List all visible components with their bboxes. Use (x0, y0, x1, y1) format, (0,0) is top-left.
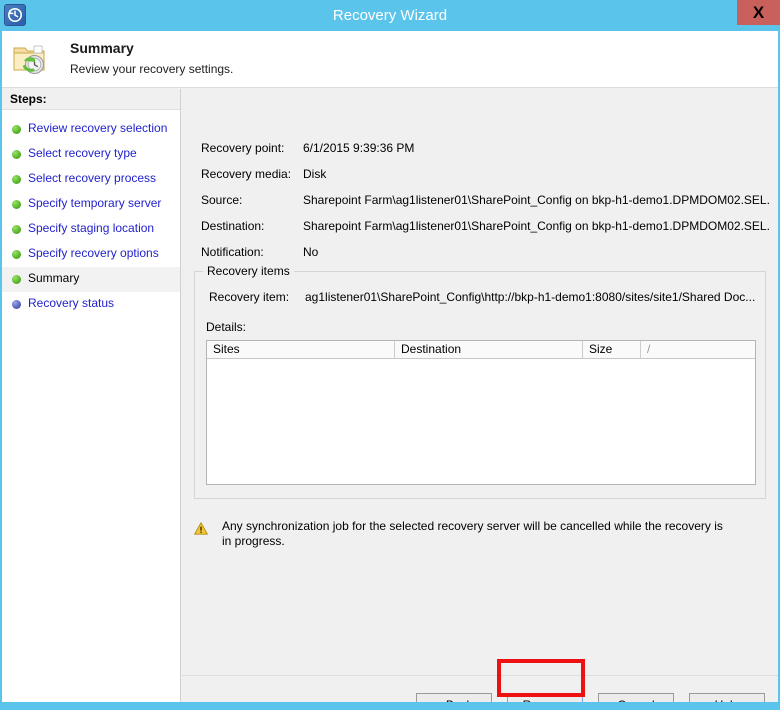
title-bar: Recovery Wizard X (0, 0, 780, 31)
source-label: Source: (201, 193, 243, 207)
column-header-extra[interactable]: / (641, 341, 755, 358)
sidebar-item-label: Specify staging location (28, 221, 155, 235)
sidebar-item-recovery-status[interactable]: Recovery status (2, 292, 180, 317)
step-bullet-icon (12, 200, 21, 209)
wizard-header: Summary Review your recovery settings. (2, 31, 778, 88)
folder-recovery-icon (12, 42, 48, 76)
recovery-items-legend: Recovery items (203, 264, 294, 278)
dialog-body: Summary Review your recovery settings. S… (2, 31, 778, 710)
sidebar-item-summary[interactable]: Summary (2, 267, 180, 292)
recovery-wizard-window: Recovery Wizard X Summary Review your re… (0, 0, 780, 710)
step-bullet-icon (12, 125, 21, 134)
destination-label: Destination: (201, 219, 265, 233)
summary-content: Recovery point: 6/1/2015 9:39:36 PM Reco… (182, 89, 778, 675)
column-header-sites[interactable]: Sites (207, 341, 395, 358)
close-icon[interactable]: X (737, 0, 780, 25)
recovery-point-value: 6/1/2015 9:39:36 PM (303, 141, 415, 155)
sidebar-item-review-recovery-selection[interactable]: Review recovery selection (2, 117, 180, 142)
warning-triangle-icon (194, 522, 208, 535)
recovery-item-label: Recovery item: (209, 290, 290, 304)
page-title: Summary (70, 40, 134, 56)
column-header-size[interactable]: Size (583, 341, 641, 358)
sidebar-item-label: Summary (28, 271, 80, 285)
sidebar-item-select-recovery-process[interactable]: Select recovery process (2, 167, 180, 192)
step-bullet-icon (12, 175, 21, 184)
step-bullet-icon (12, 225, 21, 234)
details-table-header: Sites Destination Size / (207, 341, 755, 359)
sidebar-item-select-recovery-type[interactable]: Select recovery type (2, 142, 180, 167)
sidebar-item-label: Specify temporary server (28, 196, 162, 210)
steps-sidebar: Steps: Review recovery selection Select … (2, 89, 181, 702)
sidebar-item-label: Select recovery process (28, 171, 157, 185)
step-bullet-icon (12, 300, 21, 309)
window-title: Recovery Wizard (332, 7, 448, 24)
steps-heading: Steps: (2, 89, 180, 110)
warning-text: Any synchronization job for the selected… (222, 519, 723, 548)
recovery-media-value: Disk (303, 167, 327, 181)
notification-value: No (303, 245, 319, 259)
sidebar-item-specify-recovery-options[interactable]: Specify recovery options (2, 242, 180, 267)
sidebar-item-label: Recovery status (28, 296, 115, 310)
column-header-destination[interactable]: Destination (395, 341, 583, 358)
window-bottom-edge (0, 702, 780, 710)
recovery-item-value: ag1listener01\SharePoint_Config\http://b… (305, 290, 755, 304)
destination-value: Sharepoint Farm\ag1listener01\SharePoint… (303, 219, 771, 233)
step-bullet-icon (12, 275, 21, 284)
sidebar-item-label: Specify recovery options (28, 246, 159, 260)
steps-heading-label: Steps: (10, 92, 47, 106)
source-value: Sharepoint Farm\ag1listener01\SharePoint… (303, 193, 771, 207)
details-table[interactable]: Sites Destination Size / (206, 340, 756, 485)
details-label: Details: (206, 320, 247, 334)
sidebar-item-specify-staging-location[interactable]: Specify staging location (2, 217, 180, 242)
recovery-items-groupbox: Recovery items Recovery item: ag1listene… (194, 264, 766, 499)
recovery-point-label: Recovery point: (201, 141, 285, 155)
sidebar-item-specify-temporary-server[interactable]: Specify temporary server (2, 192, 180, 217)
recovery-media-label: Recovery media: (201, 167, 292, 181)
page-subtitle: Review your recovery settings. (70, 62, 234, 76)
sidebar-item-label: Review recovery selection (28, 121, 168, 135)
sidebar-item-label: Select recovery type (28, 146, 137, 160)
step-bullet-icon (12, 250, 21, 259)
step-bullet-icon (12, 150, 21, 159)
notification-label: Notification: (201, 245, 264, 259)
